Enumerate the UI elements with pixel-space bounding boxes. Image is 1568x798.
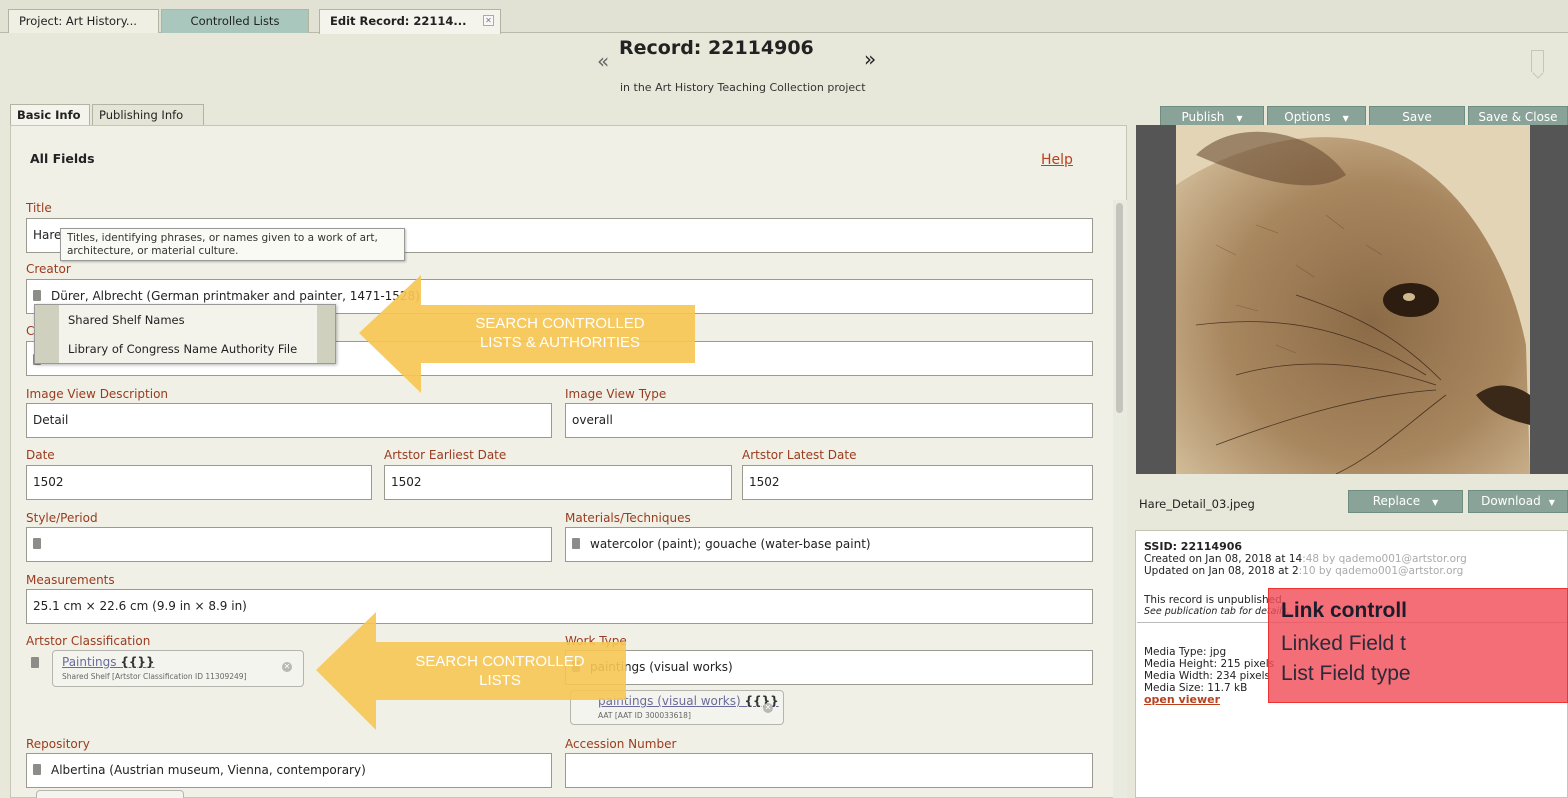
- callout-text-lists: SEARCH CONTROLLED LISTS: [380, 652, 620, 690]
- section-heading: All Fields: [30, 151, 95, 166]
- image-view-description-value: Detail: [33, 413, 69, 427]
- updated-info: Updated on Jan 08, 2018 at 2:10 by qadem…: [1144, 565, 1463, 577]
- authority-list-icon: [33, 290, 41, 301]
- tab-edit-record[interactable]: Edit Record: 22114... ✕: [319, 9, 501, 34]
- caret-down-icon: ▼: [1432, 498, 1439, 507]
- tab-basic-info[interactable]: Basic Info: [10, 104, 90, 126]
- media-file-name: Hare_Detail_03.jpeg: [1139, 497, 1255, 511]
- measurements-value: 25.1 cm × 22.6 cm (9.9 in × 8.9 in): [33, 599, 247, 613]
- materials-label: Materials/Techniques: [565, 511, 691, 525]
- caret-down-icon: ▼: [1342, 114, 1349, 123]
- repository-chip: [36, 790, 184, 798]
- remove-icon[interactable]: ✕: [763, 703, 773, 713]
- tab-edit-record-label: Edit Record: 22114...: [330, 14, 467, 28]
- open-viewer-link[interactable]: open viewer: [1144, 694, 1220, 706]
- classification-chip-link[interactable]: Paintings {{}}: [62, 655, 155, 669]
- caret-down-icon: ▼: [1548, 498, 1555, 507]
- latest-date-label: Artstor Latest Date: [742, 448, 857, 462]
- latest-date-value: 1502: [749, 475, 780, 489]
- image-view-description-label: Image View Description: [26, 387, 169, 401]
- repository-label: Repository: [26, 737, 90, 751]
- callout-text-authorities: SEARCH CONTROLLED LISTS & AUTHORITIES: [440, 314, 680, 352]
- image-view-type-value: overall: [572, 413, 613, 427]
- materials-field[interactable]: watercolor (paint); gouache (water-base …: [565, 527, 1093, 562]
- ssid: SSID: 22114906: [1144, 540, 1243, 553]
- date-label: Date: [26, 448, 55, 462]
- image-view-type-field[interactable]: overall: [565, 403, 1093, 438]
- options-label: Options: [1284, 110, 1331, 124]
- replace-label: Replace: [1372, 494, 1421, 508]
- earliest-date-value: 1502: [391, 475, 422, 489]
- remove-icon[interactable]: ✕: [282, 662, 292, 672]
- record-header: « Record: 22114906 » in the Art History …: [0, 33, 1568, 101]
- callout-line: LISTS & AUTHORITIES: [479, 334, 641, 351]
- style-period-label: Style/Period: [26, 511, 98, 525]
- note-line-1: Link controll: [1281, 599, 1407, 622]
- bookmark-icon[interactable]: [1531, 50, 1544, 72]
- replace-button[interactable]: Replace ▼: [1348, 490, 1463, 513]
- title-tooltip: Titles, identifying phrases, or names gi…: [60, 228, 405, 261]
- authority-list-icon: [31, 657, 39, 668]
- publish-label: Publish: [1181, 110, 1225, 124]
- hare-image: [1176, 125, 1530, 474]
- close-icon[interactable]: ✕: [483, 15, 494, 26]
- created-user: :48 by qademo001@artstor.org: [1302, 553, 1467, 565]
- updated-text: Updated on Jan 08, 2018 at 2: [1144, 565, 1299, 577]
- accession-number-label: Accession Number: [565, 737, 677, 751]
- authority-option-shared-shelf[interactable]: Shared Shelf Names: [68, 313, 185, 327]
- date-value: 1502: [33, 475, 64, 489]
- authority-option-lc-naf[interactable]: Library of Congress Name Authority File: [68, 342, 297, 356]
- help-link[interactable]: Help: [1041, 152, 1073, 168]
- date-field[interactable]: 1502: [26, 465, 372, 500]
- authority-list-icon: [33, 764, 41, 775]
- annotation-note: Link controll Linked Field t List Field …: [1268, 588, 1568, 703]
- authority-list-icon: [572, 538, 580, 549]
- earliest-date-field[interactable]: 1502: [384, 465, 732, 500]
- created-info: Created on Jan 08, 2018 at 14:48 by qade…: [1144, 553, 1467, 565]
- note-line-3: List Field type: [1281, 662, 1411, 685]
- caret-down-icon: ▼: [1236, 114, 1243, 123]
- linked-list-icon: {{}}: [744, 694, 779, 708]
- creator-label: Creator: [26, 262, 71, 276]
- image-view-description-field[interactable]: Detail: [26, 403, 552, 438]
- tab-publishing-info[interactable]: Publishing Info: [92, 104, 204, 126]
- created-text: Created on Jan 08, 2018 at 14: [1144, 553, 1303, 565]
- repository-field[interactable]: Albertina (Austrian museum, Vienna, cont…: [26, 753, 552, 788]
- accession-number-field[interactable]: [565, 753, 1093, 788]
- tab-project[interactable]: Project: Art History...: [8, 9, 159, 33]
- publish-status: This record is unpublished.: [1144, 594, 1286, 606]
- title-label: Title: [26, 201, 52, 215]
- classification-chip-source: Shared Shelf [Artstor Classification ID …: [62, 672, 247, 681]
- page-title: Record: 22114906: [619, 37, 814, 59]
- tab-controlled-lists[interactable]: Controlled Lists: [161, 9, 309, 33]
- authority-list-icon: [33, 538, 41, 549]
- scrollbar-thumb[interactable]: [1116, 203, 1123, 413]
- media-image[interactable]: [1176, 125, 1530, 474]
- previous-record-button[interactable]: «: [597, 49, 609, 73]
- earliest-date-label: Artstor Earliest Date: [384, 448, 507, 462]
- latest-date-field[interactable]: 1502: [742, 465, 1093, 500]
- media-width: Media Width: 234 pixels: [1144, 670, 1270, 682]
- style-period-field[interactable]: [26, 527, 552, 562]
- materials-value: watercolor (paint); gouache (water-base …: [590, 537, 871, 551]
- download-button[interactable]: Download ▼: [1468, 490, 1568, 513]
- measurements-label: Measurements: [26, 573, 115, 587]
- media-height: Media Height: 215 pixels: [1144, 658, 1275, 670]
- callout-line: SEARCH CONTROLLED: [475, 315, 645, 332]
- linked-list-icon: {{}}: [120, 655, 155, 669]
- callout-line: LISTS: [479, 672, 521, 689]
- classification-label: Artstor Classification: [26, 634, 151, 648]
- work-type-field[interactable]: paintings (visual works): [565, 650, 1093, 685]
- download-label: Download: [1481, 494, 1541, 508]
- page-subtitle: in the Art History Teaching Collection p…: [620, 81, 866, 94]
- classification-chip-text: Paintings: [62, 655, 117, 669]
- note-line-2: Linked Field t: [1281, 632, 1406, 655]
- repository-value: Albertina (Austrian museum, Vienna, cont…: [51, 763, 366, 777]
- updated-user: :10 by qademo001@artstor.org: [1298, 565, 1464, 577]
- media-type: Media Type: jpg: [1144, 646, 1227, 658]
- next-record-button[interactable]: »: [864, 47, 876, 71]
- callout-line: SEARCH CONTROLLED: [415, 653, 585, 670]
